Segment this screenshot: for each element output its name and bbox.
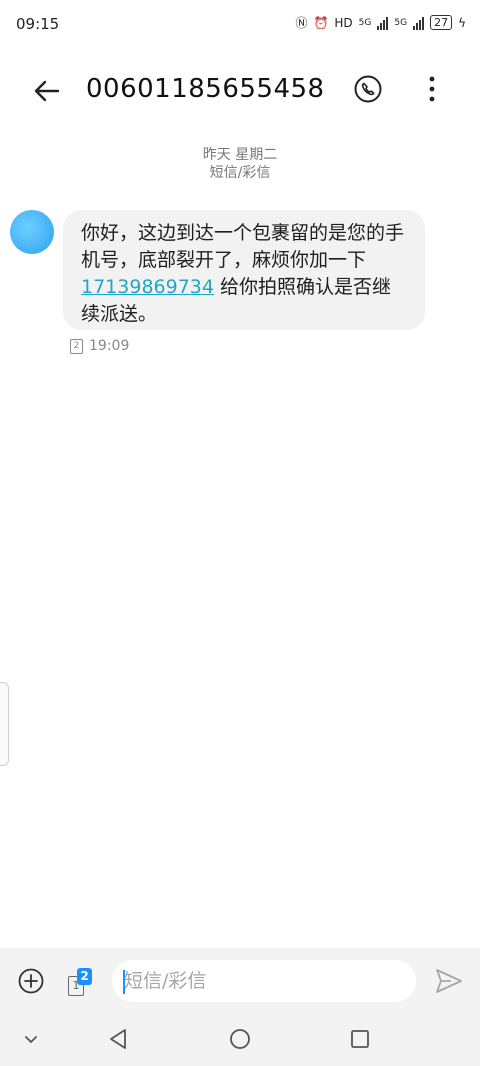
nav-home-button[interactable] — [227, 1026, 253, 1052]
more-options-button[interactable] — [420, 73, 444, 105]
nfc-icon: Ⓝ — [295, 16, 308, 30]
send-icon — [436, 969, 462, 993]
phone-icon — [354, 75, 382, 103]
phone-number-link[interactable]: 17139869734 — [81, 276, 214, 298]
message-bubble[interactable]: 你好，这边到达一个包裹留的是您的手机号，底部裂开了，麻烦你加一下 17139869… — [63, 210, 425, 330]
message-type-label: 短信/彩信 — [209, 165, 271, 181]
more-vertical-icon — [429, 76, 435, 102]
charging-icon: ϟ — [458, 15, 466, 30]
triangle-back-icon — [110, 1029, 126, 1049]
add-attachment-button[interactable] — [18, 968, 44, 994]
sim-card-icon: 2 — [70, 338, 83, 354]
circle-home-icon — [230, 1029, 250, 1049]
nav-recents-button[interactable] — [347, 1026, 373, 1052]
text-cursor — [123, 970, 125, 994]
side-drawer-handle[interactable] — [0, 682, 9, 766]
sim-switch-button[interactable]: 1 2 — [64, 966, 96, 996]
collapse-nav-button[interactable] — [18, 1026, 44, 1052]
back-button[interactable] — [30, 74, 64, 108]
signal-icon-1 — [377, 16, 389, 30]
send-button[interactable] — [434, 966, 464, 996]
plus-circle-icon — [18, 968, 44, 994]
battery-icon: 27 — [430, 15, 453, 30]
app-bar: 00601185655458 — [0, 60, 480, 120]
nav-back-button[interactable] — [106, 1026, 132, 1052]
status-time: 09:15 — [16, 15, 60, 33]
alarm-icon: ⏰ — [313, 15, 329, 30]
sim-badge: 2 — [77, 968, 92, 985]
hd-label: HD — [334, 15, 353, 30]
composer-bar: 1 2 — [0, 948, 480, 1012]
message-meta: 2 19:09 — [70, 338, 129, 354]
message-input[interactable] — [112, 960, 416, 1002]
signal-icon-2 — [413, 16, 425, 30]
call-button[interactable] — [352, 73, 384, 105]
network-5g-label-1: 5G — [358, 17, 372, 28]
network-5g-label-2: 5G — [394, 17, 408, 28]
system-nav-bar — [0, 1012, 480, 1066]
contact-avatar[interactable] — [10, 210, 54, 254]
date-label: 昨天 星期二 — [202, 147, 278, 163]
arrow-left-icon — [34, 80, 60, 102]
square-recents-icon — [351, 1030, 369, 1048]
contact-number-title: 00601185655458 — [86, 74, 325, 104]
conversation-date: 昨天 星期二 短信/彩信 — [0, 146, 480, 182]
status-icons: Ⓝ ⏰ HD 5G 5G 27 ϟ — [295, 14, 466, 31]
message-text-part1: 你好，这边到达一个包裹留的是您的手机号，底部裂开了，麻烦你加一下 — [81, 222, 405, 271]
message-time: 19:09 — [89, 338, 130, 354]
chevron-down-icon — [25, 1036, 37, 1043]
status-bar: 09:15 Ⓝ ⏰ HD 5G 5G 27 ϟ — [0, 0, 480, 50]
